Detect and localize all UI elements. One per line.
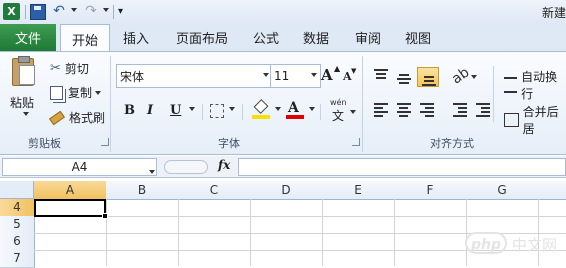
phonetic-guide-button[interactable]: 文 (332, 107, 344, 124)
tab-review[interactable]: 审阅 (348, 24, 388, 51)
row-header-5[interactable]: 5 (0, 216, 35, 234)
formula-bar-resize-handle[interactable] (164, 160, 208, 174)
tab-page-layout[interactable]: 页面布局 (166, 24, 238, 51)
undo-dropdown-icon[interactable] (68, 8, 77, 12)
align-right-icon[interactable] (420, 103, 434, 119)
borders-icon[interactable] (210, 104, 224, 118)
name-box[interactable]: A4 (2, 158, 157, 176)
increase-indent-icon[interactable] (476, 103, 490, 119)
phonetic-dropdown-icon[interactable] (347, 110, 356, 114)
font-color-swatch (286, 115, 304, 119)
undo-icon[interactable]: ↶ (50, 2, 68, 20)
tab-insert[interactable]: 插入 (114, 24, 158, 51)
underline-button[interactable]: U (170, 103, 181, 118)
tab-file[interactable]: 文件 (0, 24, 56, 51)
align-bottom-icon (422, 76, 436, 88)
align-middle-icon[interactable] (397, 74, 411, 86)
font-size-dropdown-icon[interactable] (311, 73, 317, 77)
font-color-dropdown-icon[interactable] (306, 107, 315, 111)
group-separator (362, 56, 363, 152)
alignment-separator (493, 66, 494, 122)
scissors-icon: ✂ (50, 61, 61, 76)
align-bottom-button[interactable] (417, 67, 439, 87)
orientation-dropdown-icon[interactable] (468, 75, 477, 79)
merge-center-icon (504, 113, 519, 127)
borders-dropdown-icon[interactable] (226, 107, 235, 111)
copy-icon (50, 85, 63, 100)
select-all-corner[interactable] (0, 181, 34, 199)
window-title: 新建 (541, 6, 566, 20)
row-header-4[interactable]: 4 (0, 199, 35, 217)
fill-color-dropdown-icon[interactable] (272, 107, 281, 111)
font-color-button[interactable]: A (288, 100, 299, 116)
active-cell-a4[interactable] (34, 199, 108, 219)
tab-formulas[interactable]: 公式 (246, 24, 286, 51)
paste-icon[interactable] (12, 56, 35, 86)
shrink-font-arrow-icon: ▼ (351, 66, 357, 75)
font-separator (202, 104, 203, 120)
phonetic-label: wén (330, 98, 347, 107)
copy-button[interactable]: 复制 (50, 84, 102, 101)
font-group-label: 字体 (218, 137, 240, 150)
watermark-text: 中文网 (512, 236, 558, 254)
font-separator (242, 104, 243, 120)
tab-view[interactable]: 视图 (398, 24, 438, 51)
cut-button[interactable]: ✂ 剪切 (50, 60, 89, 77)
tab-data[interactable]: 数据 (296, 24, 336, 51)
column-header-f[interactable]: F (394, 181, 467, 200)
align-left-icon[interactable] (374, 103, 388, 119)
column-header-b[interactable]: B (106, 181, 179, 200)
qat-separator (113, 5, 114, 19)
redo-dropdown-icon[interactable] (100, 8, 109, 12)
column-header-c[interactable]: C (178, 181, 251, 200)
column-header-a[interactable]: A (34, 181, 107, 200)
clipboard-launcher-icon[interactable] (101, 138, 109, 146)
alignment-group-label: 对齐方式 (430, 137, 474, 150)
name-box-dropdown-icon[interactable] (146, 163, 155, 177)
copy-dropdown-icon[interactable] (95, 90, 102, 95)
font-name-combo[interactable]: 宋体 (116, 64, 273, 88)
qat-separator (25, 5, 26, 19)
font-launcher-icon[interactable] (352, 138, 360, 146)
tab-home[interactable]: 开始 (60, 24, 110, 53)
excel-logo-icon[interactable]: X (3, 3, 20, 20)
format-painter-button[interactable]: 格式刷 (48, 109, 105, 126)
merge-center-button[interactable]: 合并后居 (504, 103, 566, 137)
decrease-indent-icon[interactable] (453, 103, 467, 119)
font-name-dropdown-icon[interactable] (263, 73, 269, 77)
group-separator (110, 56, 111, 152)
grow-font-arrow-icon: ▲ (334, 63, 341, 73)
watermark-logo: php (465, 232, 507, 254)
font-size-combo[interactable]: 11 (270, 64, 321, 88)
brush-icon (48, 110, 66, 125)
column-header-d[interactable]: D (250, 181, 323, 200)
italic-button[interactable]: I (147, 103, 153, 118)
underline-dropdown-icon[interactable] (186, 107, 195, 111)
fill-color-icon[interactable] (253, 99, 269, 114)
wrap-text-icon (504, 77, 518, 93)
fill-color-swatch (252, 115, 270, 119)
font-separator (320, 104, 321, 120)
save-icon[interactable] (30, 4, 46, 20)
align-center-icon[interactable] (397, 103, 411, 119)
align-top-icon[interactable] (374, 69, 388, 81)
grow-font-button[interactable]: A (321, 66, 333, 84)
column-header-e[interactable]: E (322, 181, 395, 200)
paste-dropdown-icon[interactable] (20, 112, 29, 116)
column-header-partial[interactable] (538, 181, 566, 200)
row-header-7[interactable]: 7 (0, 250, 35, 268)
row-header-6[interactable]: 6 (0, 233, 35, 251)
column-header-g[interactable]: G (466, 181, 539, 200)
quick-access-toolbar: X ↶ ↷ ▾ 新建 (0, 0, 566, 24)
customize-qat-icon[interactable]: ▾ (118, 6, 123, 17)
insert-function-button[interactable]: fx (218, 158, 230, 172)
paste-button[interactable]: 粘贴 (10, 94, 34, 111)
clipboard-group-label: 剪贴板 (28, 137, 61, 150)
redo-icon[interactable]: ↷ (82, 2, 100, 20)
grid-line (34, 216, 566, 217)
bold-button[interactable]: B (124, 103, 135, 118)
formula-input[interactable] (238, 158, 566, 176)
wrap-text-button[interactable]: 自动换行 (504, 68, 566, 102)
